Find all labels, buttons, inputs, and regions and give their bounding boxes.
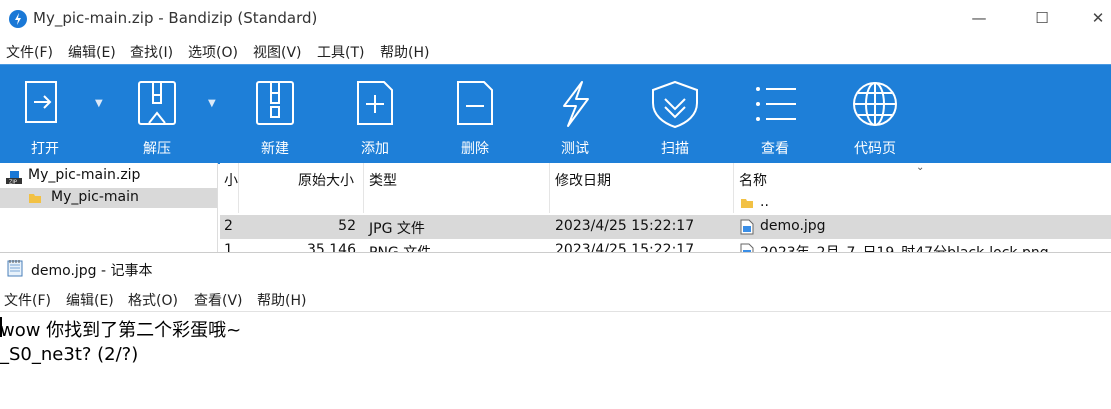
extract-label: 解压 xyxy=(143,141,171,157)
column-header-modified[interactable]: 修改日期 xyxy=(555,170,611,190)
delete-button[interactable]: 删除 xyxy=(430,65,520,164)
delete-label: 删除 xyxy=(461,141,489,157)
bandizip-titlebar: My_pic-main.zip - Bandizip (Standard) — … xyxy=(0,0,1111,38)
menu-help[interactable]: 帮助(H) xyxy=(380,42,429,62)
list-item-parent[interactable]: .. xyxy=(220,191,1111,215)
cell-type: PNG 文件 xyxy=(369,242,431,252)
new-archive-label: 新建 xyxy=(261,141,289,157)
menu-edit[interactable]: 编辑(E) xyxy=(68,42,116,62)
column-header-type[interactable]: 类型 xyxy=(369,170,397,190)
open-icon xyxy=(0,79,90,129)
add-button[interactable]: 添加 xyxy=(330,65,420,164)
notepad-text-area[interactable]: wow 你找到了第二个彩蛋哦~ _S0_ne3t? (2/?) xyxy=(0,312,1111,409)
open-dropdown-chevron-down-icon[interactable]: ▼ xyxy=(95,98,103,109)
text-line: _S0_ne3t? (2/?) xyxy=(0,344,139,365)
maximize-button[interactable]: ☐ xyxy=(1030,8,1054,28)
new-archive-icon xyxy=(230,79,320,129)
text-line: wow 你找到了第二个彩蛋哦~ xyxy=(0,320,242,341)
view-button[interactable]: 查看 xyxy=(730,65,820,164)
open-button[interactable]: 打开 xyxy=(0,65,90,164)
extract-icon xyxy=(112,79,202,129)
cell-size: 52 xyxy=(338,218,356,234)
sort-chevron-down-icon[interactable]: ⌄ xyxy=(916,162,924,173)
extract-button[interactable]: 解压 xyxy=(112,65,202,164)
add-label: 添加 xyxy=(361,141,389,157)
svg-text:ZIP: ZIP xyxy=(9,180,17,186)
column-header-size[interactable]: 原始大小 xyxy=(298,170,354,190)
text-caret xyxy=(0,317,2,337)
file-list: 小 原始大小 类型 修改日期 名称 ⌄ .. 2 52 JPG 文件 2023/… xyxy=(220,162,1111,252)
parent-dir-label: .. xyxy=(760,194,769,210)
menu-tools[interactable]: 工具(T) xyxy=(317,42,364,62)
cell-name: demo.jpg xyxy=(760,218,826,234)
image-file-icon xyxy=(740,219,754,235)
add-file-icon xyxy=(330,79,420,129)
open-label: 打开 xyxy=(31,141,59,157)
lightning-icon xyxy=(530,79,620,129)
notepad-icon xyxy=(7,259,23,277)
np-menu-view[interactable]: 查看(V) xyxy=(194,290,243,310)
tree-item-archive[interactable]: ZIP My_pic-main.zip xyxy=(0,167,217,187)
menu-options[interactable]: 选项(O) xyxy=(188,42,238,62)
tree-folder-label: My_pic-main xyxy=(51,189,139,205)
scan-button[interactable]: 扫描 xyxy=(630,65,720,164)
codepage-button[interactable]: 代码页 xyxy=(830,65,920,164)
bandizip-app-icon xyxy=(9,10,27,28)
folder-icon xyxy=(28,191,42,205)
menu-view[interactable]: 视图(V) xyxy=(253,42,302,62)
delete-file-icon xyxy=(430,79,520,129)
codepage-label: 代码页 xyxy=(854,141,896,157)
shield-icon xyxy=(630,79,720,129)
minimize-button[interactable]: — xyxy=(967,8,991,28)
notepad-title: demo.jpg - 记事本 xyxy=(31,263,153,279)
toolbar: 打开 ▼ 解压 ▼ 新建 添加 删除 测试 扫描 查看 代码页 xyxy=(0,64,1111,164)
image-file-icon xyxy=(740,243,754,252)
folder-icon xyxy=(740,196,754,210)
np-menu-edit[interactable]: 编辑(E) xyxy=(66,290,114,310)
tree-archive-label: My_pic-main.zip xyxy=(28,167,141,183)
cell-type: JPG 文件 xyxy=(369,221,425,237)
np-menu-help[interactable]: 帮助(H) xyxy=(257,290,306,310)
extract-dropdown-chevron-down-icon[interactable]: ▼ xyxy=(208,98,216,109)
notepad-titlebar: demo.jpg - 记事本 xyxy=(0,252,1111,285)
cell-modified: 2023/4/25 15:22:17 xyxy=(555,218,695,234)
menu-find[interactable]: 查找(I) xyxy=(130,42,173,62)
close-button[interactable]: ✕ xyxy=(1086,8,1110,28)
zip-archive-icon: ZIP xyxy=(5,169,23,186)
list-header: 小 原始大小 类型 修改日期 名称 ⌄ xyxy=(220,162,1111,213)
tree-item-folder[interactable]: My_pic-main xyxy=(0,188,217,208)
column-header-compressed[interactable]: 小 xyxy=(224,170,238,190)
cell-modified: 2023/4/25 15:22:17 xyxy=(555,242,695,252)
test-label: 测试 xyxy=(561,141,589,157)
menu-file[interactable]: 文件(F) xyxy=(6,42,53,62)
folder-tree: ZIP My_pic-main.zip My_pic-main xyxy=(0,163,218,252)
cell-size: 35,146 xyxy=(307,242,356,252)
column-header-name[interactable]: 名称 xyxy=(739,170,767,190)
table-row[interactable]: 2 52 JPG 文件 2023/4/25 15:22:17 demo.jpg xyxy=(220,215,1111,239)
scan-label: 扫描 xyxy=(661,141,689,157)
notepad-menubar: 文件(F) 编辑(E) 格式(O) 查看(V) 帮助(H) xyxy=(0,286,1111,312)
bandizip-menubar: 文件(F) 编辑(E) 查找(I) 选项(O) 视图(V) 工具(T) 帮助(H… xyxy=(0,38,1111,64)
cell-name: 2023年_2月_7_日19_时47分black-lock.png xyxy=(760,242,1049,252)
cell-compressed: 1 xyxy=(224,242,233,252)
test-button[interactable]: 测试 xyxy=(530,65,620,164)
globe-icon xyxy=(830,79,920,129)
list-view-icon xyxy=(730,79,820,129)
cell-compressed: 2 xyxy=(224,218,233,234)
view-label: 查看 xyxy=(761,141,789,157)
window-title: My_pic-main.zip - Bandizip (Standard) xyxy=(33,9,318,27)
np-menu-file[interactable]: 文件(F) xyxy=(4,290,51,310)
np-menu-format[interactable]: 格式(O) xyxy=(128,290,178,310)
table-row[interactable]: 1 35,146 PNG 文件 2023/4/25 15:22:17 2023年… xyxy=(220,239,1111,252)
new-archive-button[interactable]: 新建 xyxy=(230,65,320,164)
